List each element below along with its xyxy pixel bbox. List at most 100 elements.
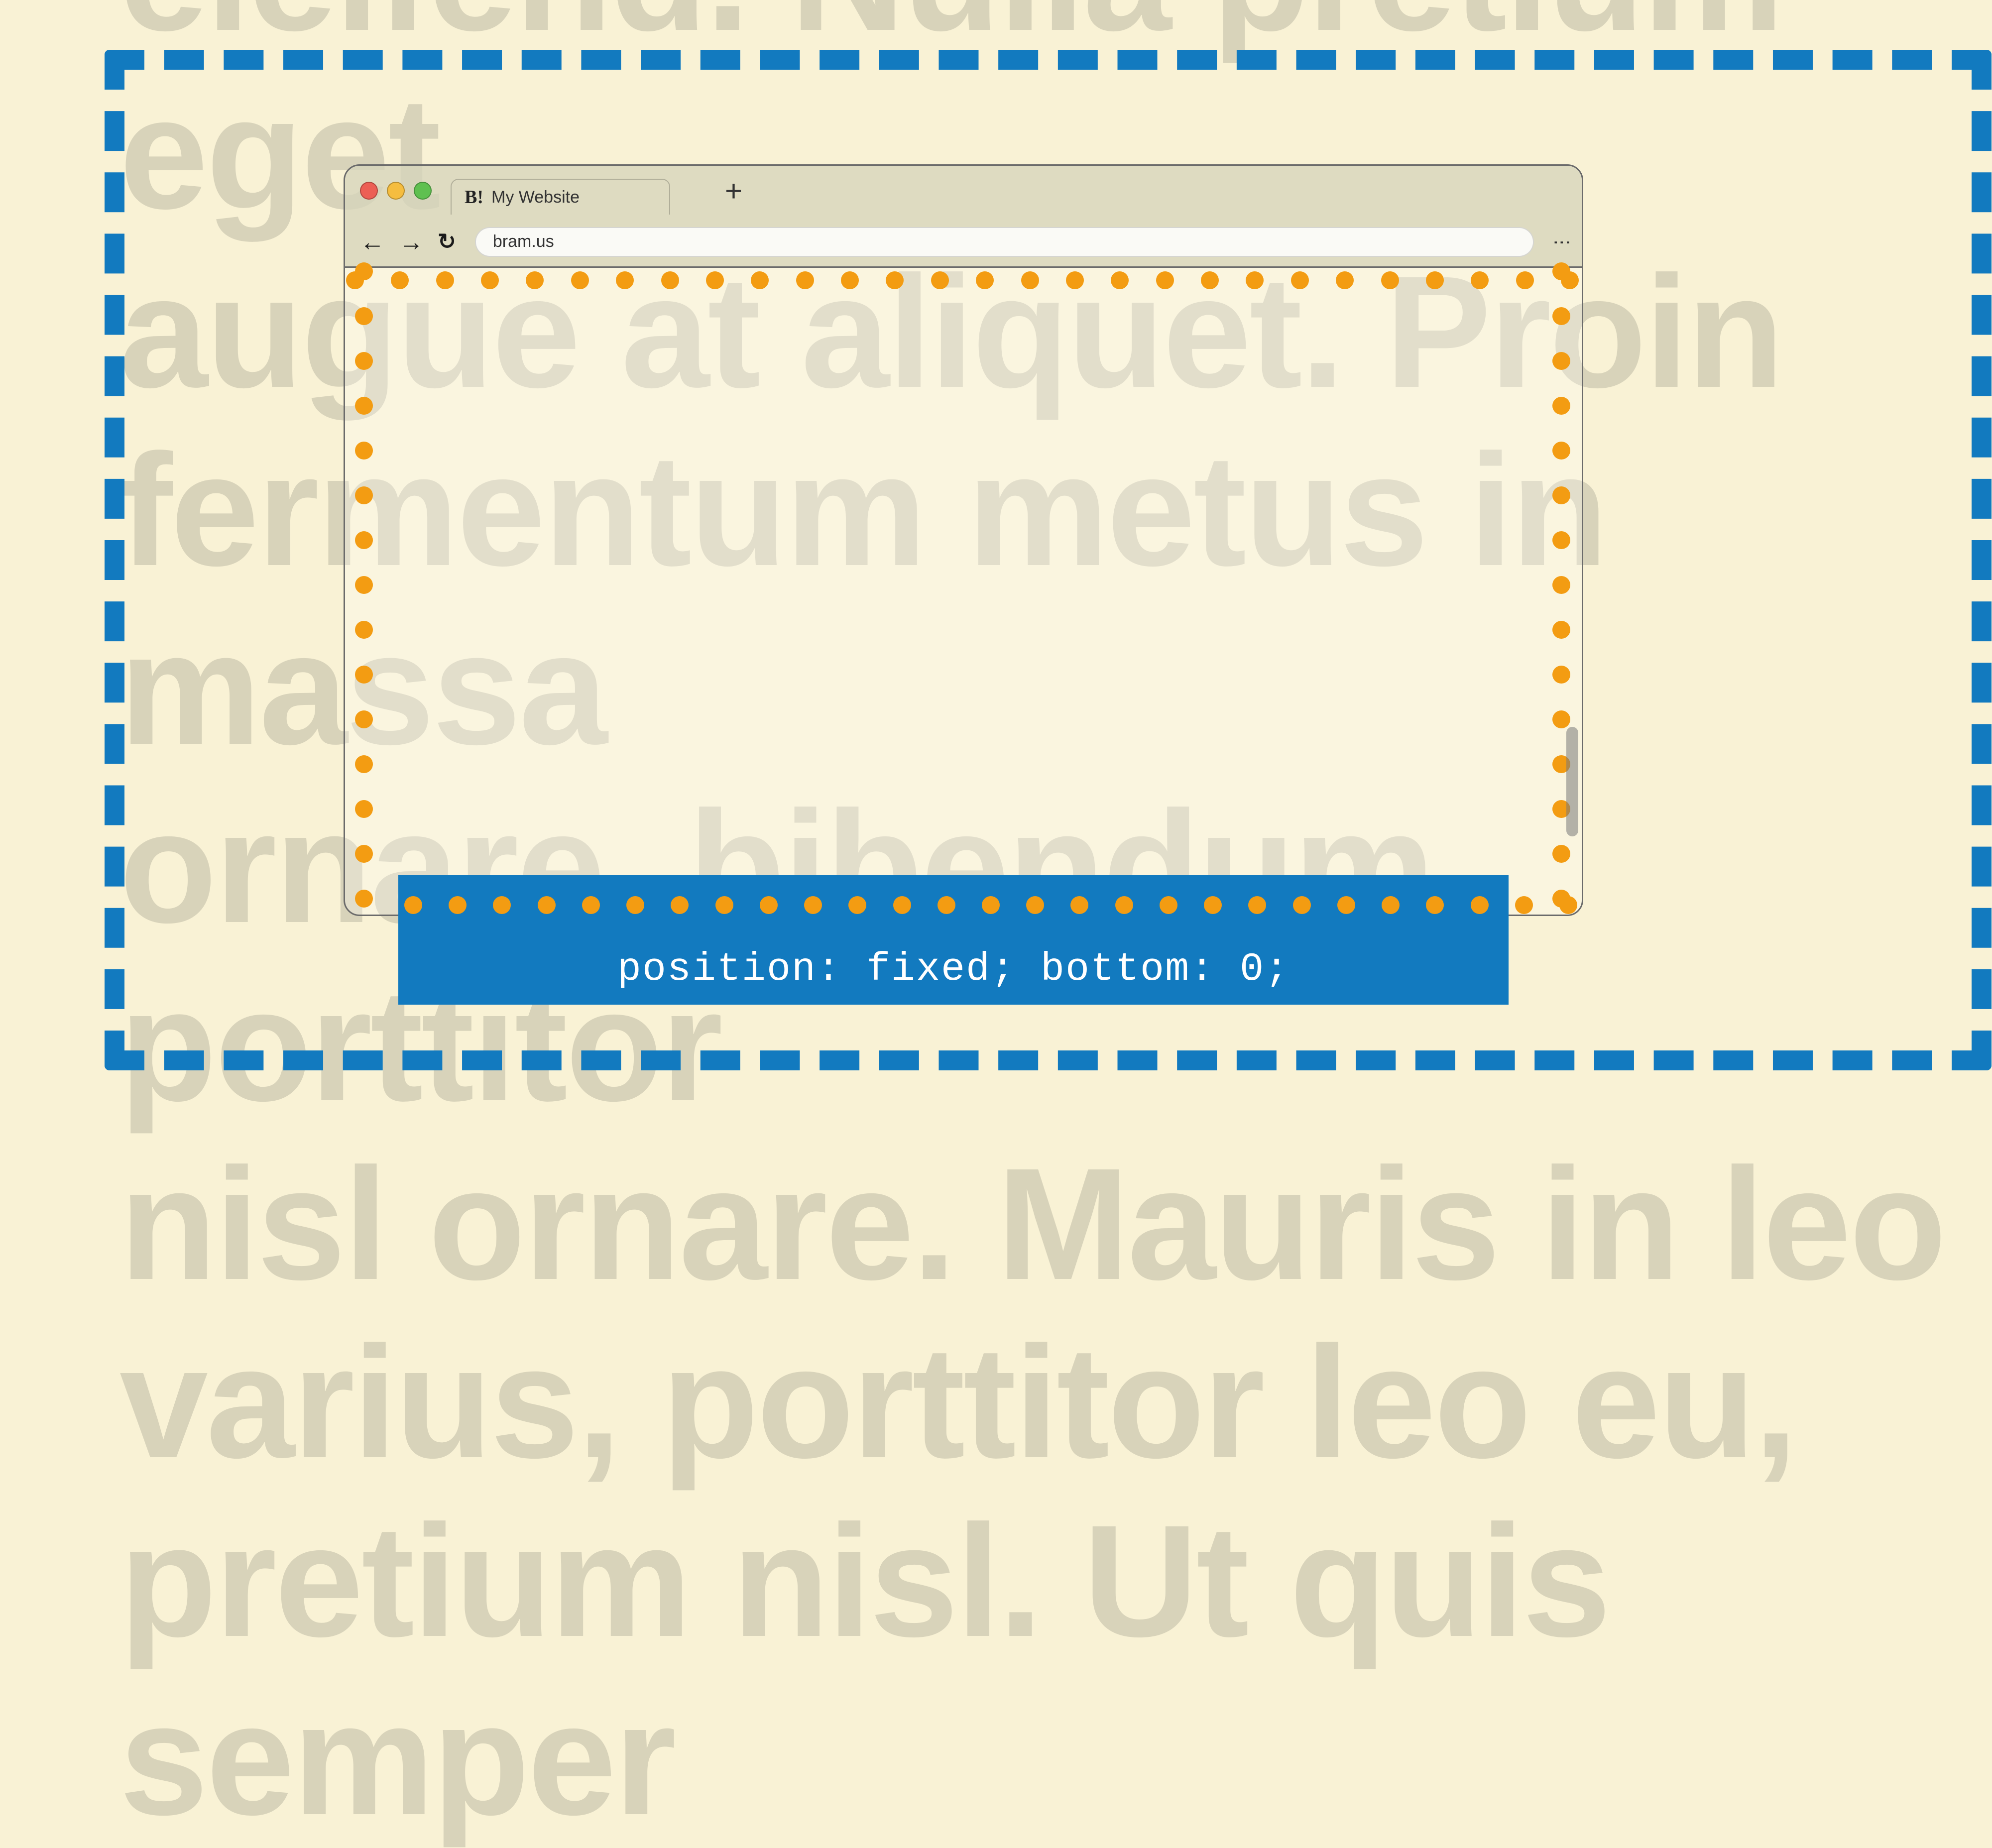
- viewport-dot: [355, 442, 373, 460]
- viewport-dot: [1026, 896, 1044, 914]
- viewport-dot: [571, 271, 589, 289]
- viewport-dot: [626, 896, 644, 914]
- viewport-dot: [1552, 710, 1570, 728]
- url-text: bram.us: [493, 232, 554, 251]
- inner-viewport-dots-bottom: [413, 896, 1568, 914]
- viewport-dot: [355, 352, 373, 370]
- viewport-dot: [1471, 896, 1489, 914]
- address-bar[interactable]: bram.us: [475, 227, 1534, 257]
- viewport-dot: [982, 896, 1000, 914]
- viewport-dot: [1471, 271, 1489, 289]
- maximize-window-icon[interactable]: [414, 182, 432, 200]
- new-tab-button[interactable]: +: [725, 174, 742, 208]
- viewport-dot: [1552, 352, 1570, 370]
- fixed-position-code-label: position: fixed; bottom: 0;: [398, 947, 1509, 992]
- viewport-dot: [1552, 262, 1570, 280]
- viewport-dot: [1552, 666, 1570, 684]
- viewport-dot: [804, 896, 822, 914]
- viewport-dot: [886, 271, 904, 289]
- viewport-dot: [1426, 896, 1444, 914]
- viewport-dot: [706, 271, 724, 289]
- minimize-window-icon[interactable]: [387, 182, 405, 200]
- viewport-dot: [436, 271, 454, 289]
- viewport-dot: [893, 896, 911, 914]
- browser-chrome: B! My Website + ← → ↻ bram.us ⋮: [345, 166, 1582, 268]
- tab-title: My Website: [491, 188, 580, 207]
- close-window-icon[interactable]: [360, 182, 378, 200]
- viewport-dot: [355, 307, 373, 325]
- viewport-dot: [937, 896, 955, 914]
- viewport-dot: [1426, 271, 1444, 289]
- viewport-dot: [1246, 271, 1264, 289]
- viewport-dot: [751, 271, 769, 289]
- viewport-dot: [1111, 271, 1129, 289]
- viewport-dot: [1552, 621, 1570, 639]
- viewport-dot: [1336, 271, 1354, 289]
- scrollbar-thumb[interactable]: [1566, 727, 1578, 836]
- viewport-dot: [355, 800, 373, 818]
- viewport-dot: [1291, 271, 1309, 289]
- back-button[interactable]: ←: [360, 228, 385, 256]
- viewport-dot: [493, 896, 511, 914]
- browser-menu-button[interactable]: ⋮: [1558, 233, 1567, 250]
- viewport-dot: [1552, 442, 1570, 460]
- viewport-dot: [1552, 531, 1570, 549]
- viewport-dot: [1552, 307, 1570, 325]
- viewport-dot: [1552, 486, 1570, 504]
- viewport-dot: [1156, 271, 1174, 289]
- viewport-dot: [355, 845, 373, 863]
- viewport-dot: [976, 271, 994, 289]
- viewport-dot: [671, 896, 689, 914]
- viewport-dot: [1552, 576, 1570, 594]
- viewport-dot: [841, 271, 859, 289]
- viewport-dot: [538, 896, 556, 914]
- viewport-dot: [1021, 271, 1039, 289]
- viewport-dot: [1070, 896, 1088, 914]
- viewport-dot: [355, 710, 373, 728]
- viewport-dot: [796, 271, 814, 289]
- browser-tab[interactable]: B! My Website: [451, 179, 670, 215]
- window-traffic-lights: [360, 182, 432, 200]
- viewport-dot: [1382, 896, 1400, 914]
- viewport-dot: [355, 621, 373, 639]
- viewport-dot: [355, 666, 373, 684]
- viewport-dot: [1204, 896, 1222, 914]
- viewport-dot: [481, 271, 499, 289]
- viewport-dot: [715, 896, 733, 914]
- viewport-dot: [1160, 896, 1177, 914]
- viewport-dot: [1066, 271, 1084, 289]
- viewport-dot: [1552, 845, 1570, 863]
- viewport-dot: [1559, 896, 1577, 914]
- viewport-dot: [1381, 271, 1399, 289]
- viewport-dot: [931, 271, 949, 289]
- viewport-dot: [355, 755, 373, 773]
- viewport-dot: [355, 890, 373, 908]
- viewport-dot: [355, 531, 373, 549]
- browser-toolbar: ← → ↻ bram.us ⋮: [345, 216, 1582, 268]
- viewport-dot: [616, 271, 634, 289]
- viewport-dot: [449, 896, 467, 914]
- viewport-dot: [355, 576, 373, 594]
- viewport-dot: [1515, 896, 1533, 914]
- viewport-dot: [355, 486, 373, 504]
- viewport-dot: [1248, 896, 1266, 914]
- viewport-dot: [582, 896, 600, 914]
- viewport-dot: [1115, 896, 1133, 914]
- inner-viewport-dots-left: [355, 271, 373, 899]
- fixed-position-bar: position: fixed; bottom: 0;: [398, 875, 1509, 1005]
- viewport-dot: [391, 271, 409, 289]
- viewport-dot: [1337, 896, 1355, 914]
- viewport-dot: [1201, 271, 1219, 289]
- reload-button[interactable]: ↻: [438, 229, 456, 254]
- viewport-dot: [526, 271, 544, 289]
- viewport-dot: [661, 271, 679, 289]
- viewport-dot: [848, 896, 866, 914]
- forward-button[interactable]: →: [399, 228, 424, 256]
- viewport-dot: [404, 896, 422, 914]
- viewport-dot: [355, 397, 373, 415]
- viewport-dot: [355, 262, 373, 280]
- browser-tab-row: B! My Website +: [345, 166, 1582, 216]
- viewport-dot: [760, 896, 778, 914]
- viewport-dot: [1516, 271, 1534, 289]
- inner-viewport-dots-top: [355, 271, 1570, 289]
